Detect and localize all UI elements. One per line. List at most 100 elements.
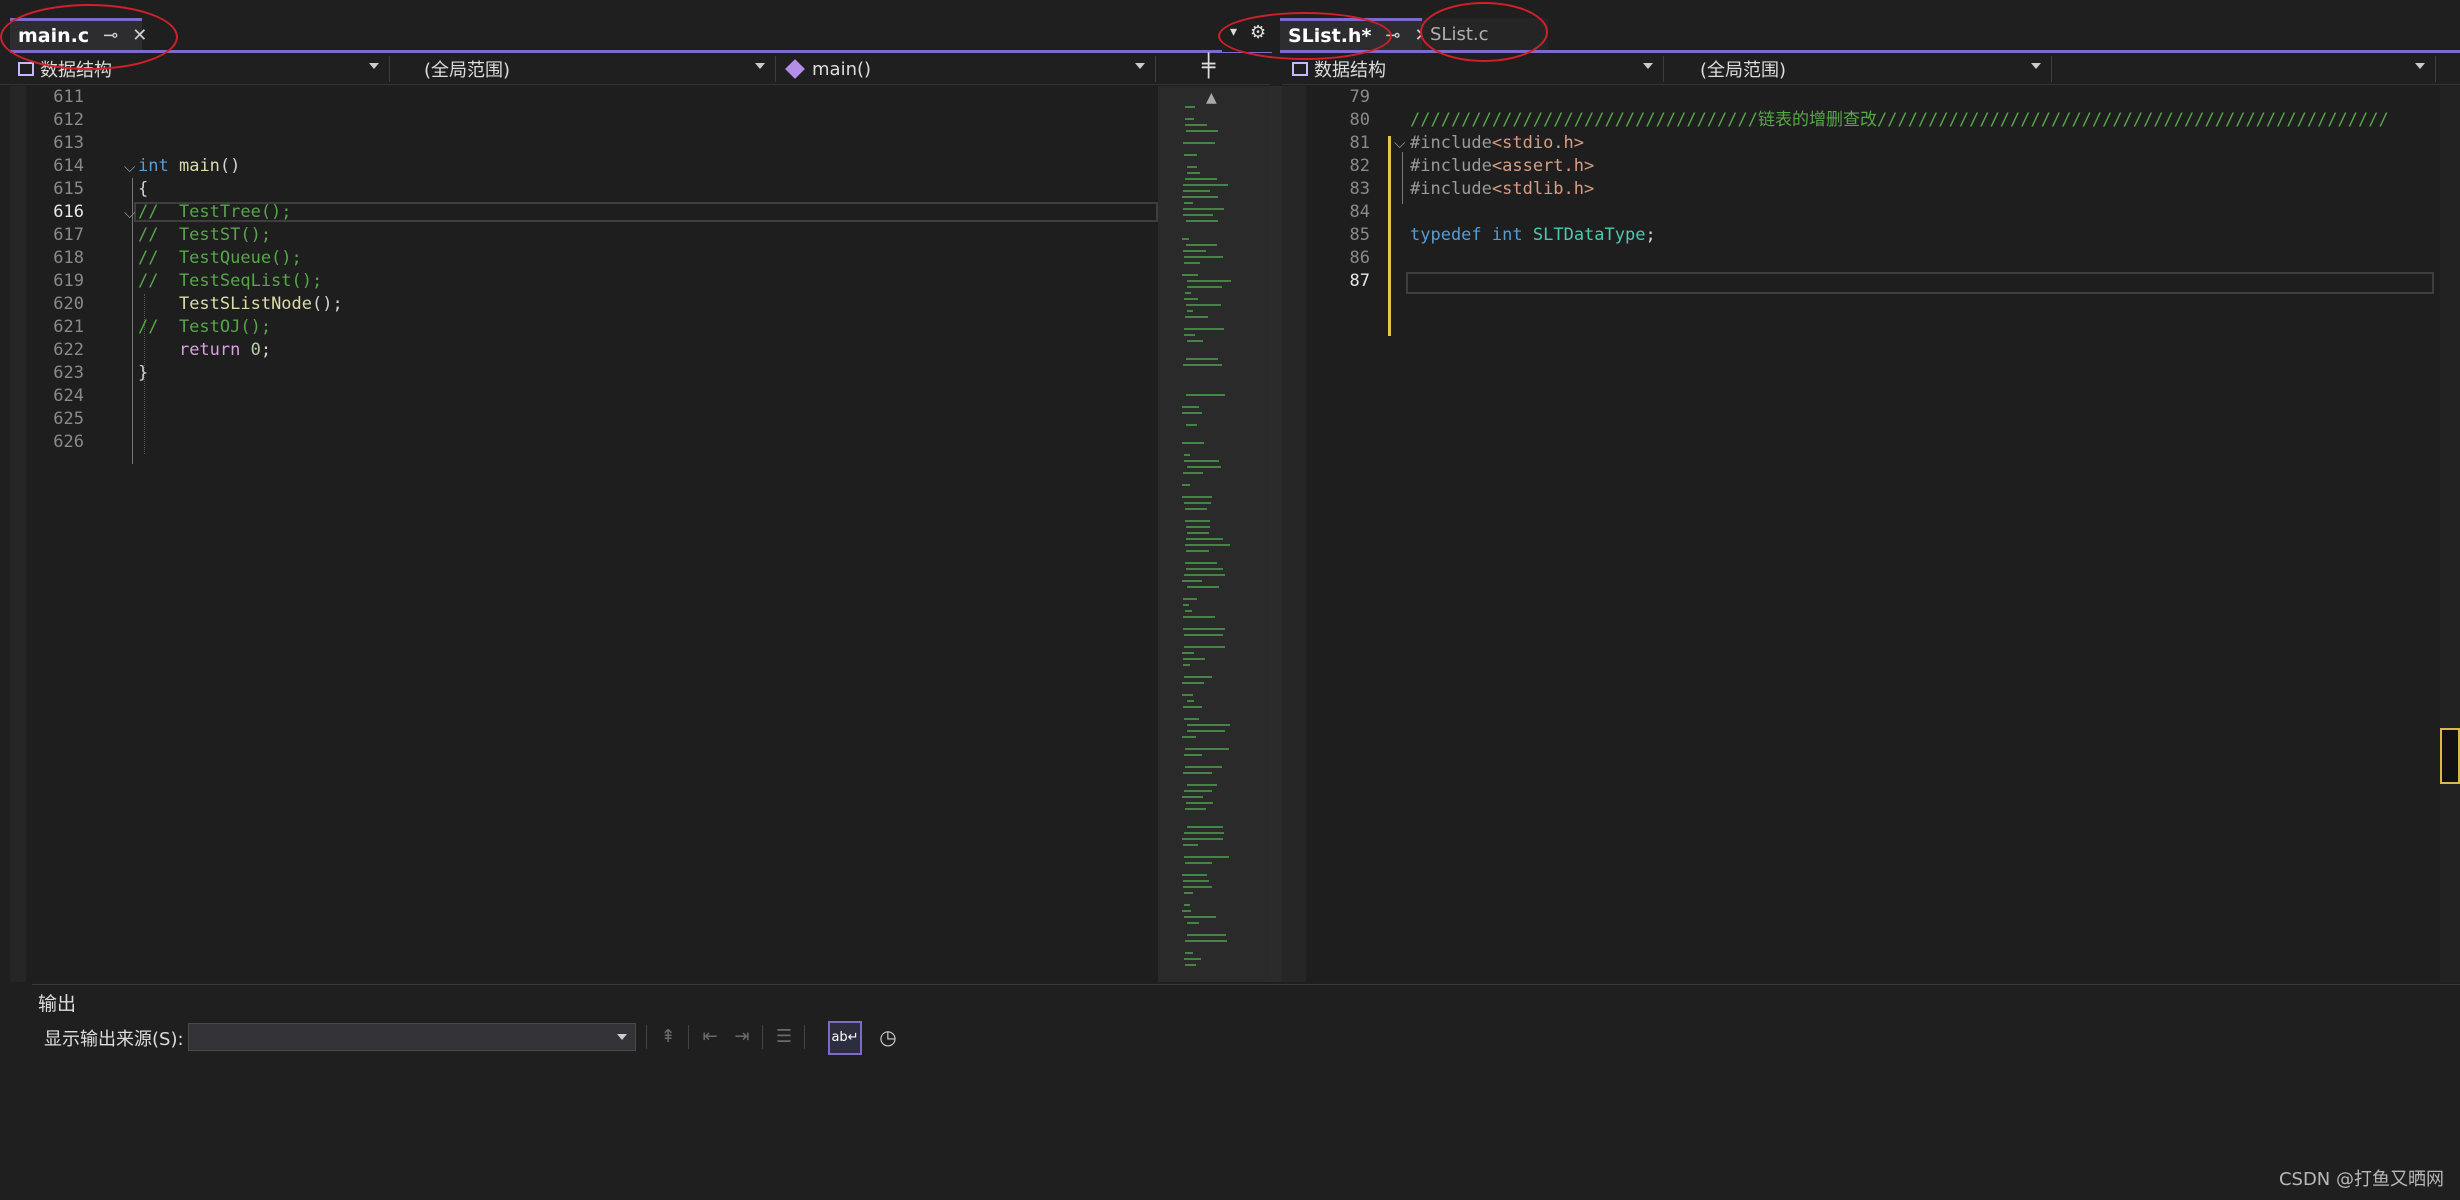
minimap-line [1183,364,1222,366]
line-number: 81 [1349,133,1370,153]
minimap-line [1187,166,1197,168]
code-line[interactable]: 613 [10,132,1158,155]
code-line[interactable]: 622 return 0; [10,339,1158,362]
minimap-line [1182,682,1204,684]
minimap-line [1184,718,1199,720]
left-code-editor[interactable]: ⌵ ⌵ 611 612 613 614 int main() 615{616// Test… [10,86,1158,982]
code-line[interactable]: 624 [10,385,1158,408]
line-number: 86 [1349,248,1370,268]
minimap-line [1187,826,1223,828]
minimap-line [1183,658,1205,660]
code-line[interactable]: 85 typedef int SLTDataType; [1282,224,2442,247]
code-line[interactable]: 79 [1282,86,2442,109]
minimap-line [1183,142,1215,144]
member-dropdown[interactable] [2056,56,2436,82]
minimap-line [1182,496,1212,498]
minimap-line [1182,274,1198,276]
code-line[interactable]: 81 #include<stdio.h> [1282,132,2442,155]
minimap-line [1183,214,1213,216]
minimap-line [1186,550,1209,552]
output-source-select[interactable] [188,1023,636,1051]
scope-dropdown[interactable]: (全局范围) [1668,56,2052,82]
left-navigation-bar: 数据结构 (全局范围) main() ╪ [0,54,1270,85]
minimap-line [1183,844,1198,846]
minimap-line [1183,184,1228,186]
code-line[interactable]: 614 int main() [10,155,1158,178]
next-message-icon[interactable]: ⇥ [728,1023,756,1051]
minimap-line [1183,598,1197,600]
minimap-line [1185,562,1217,564]
line-number: 612 [53,110,84,130]
minimap-line [1184,502,1211,504]
chevron-down-icon [755,63,765,69]
chevron-down-icon [617,1034,627,1040]
code-line[interactable]: 616 // TestTree(); [10,201,1158,224]
line-number: 615 [53,179,84,199]
minimap-line [1183,706,1202,708]
code-line[interactable]: 618 // TestQueue(); [10,247,1158,270]
code-line[interactable]: 611 [10,86,1158,109]
minimap-line [1185,748,1229,750]
code-line[interactable]: 625 [10,408,1158,431]
previous-message-icon[interactable]: ⇤ [696,1023,724,1051]
code-text: typedef int SLTDataType; [1410,225,1656,245]
word-wrap-icon[interactable]: ab↵ [828,1021,862,1055]
code-line[interactable]: 82 #include<assert.h> [1282,155,2442,178]
toolbar-separator [804,1025,805,1049]
scroll-up-icon[interactable]: ▲ [1206,90,1217,106]
code-line[interactable]: 86 [1282,247,2442,270]
line-number: 84 [1349,202,1370,222]
minimap-line [1186,394,1225,396]
code-line[interactable]: 617 // TestST(); [10,224,1158,247]
minimap-line [1182,580,1202,582]
code-text: // TestSeqList(); [138,271,323,291]
code-line[interactable]: 87 [1282,270,2442,293]
code-line[interactable]: 620 TestSListNode(); [10,293,1158,316]
member-dropdown[interactable]: main() [778,56,1156,82]
line-number: 618 [53,248,84,268]
scope-dropdown[interactable]: (全局范围) [392,56,776,82]
watermark: CSDN @打鱼又晒网 [2278,1169,2444,1190]
minimap-line [1187,934,1226,936]
clock-icon[interactable]: ◷ [874,1023,902,1051]
toolbar-separator [762,1025,763,1049]
minimap-line [1184,454,1190,456]
minimap-line [1187,172,1200,174]
vertical-scrollbar[interactable] [2440,86,2460,982]
minimap-line [1184,856,1229,858]
code-line[interactable]: 623} [10,362,1158,385]
minimap-line [1185,118,1194,120]
code-line[interactable]: 626 [10,431,1158,454]
minimap-line [1183,616,1215,618]
minimap-line [1186,802,1213,804]
split-icon[interactable]: ╪ [1202,54,1215,79]
minimap-line [1186,304,1221,306]
line-number: 80 [1349,110,1370,130]
minimap-line [1184,256,1223,258]
minimap-line [1183,472,1203,474]
code-line[interactable]: 612 [10,109,1158,132]
chevron-down-icon [2031,63,2041,69]
find-message-icon[interactable]: ⇞ [654,1023,682,1051]
minimap-line [1183,208,1224,210]
code-line[interactable]: 615 { [10,178,1158,201]
right-code-editor[interactable]: ⌵ 79 80//////////////////////////////////… [1282,86,2442,982]
clear-all-icon[interactable]: ☰ [770,1023,798,1051]
line-number: 620 [53,294,84,314]
code-text: //////////////////////////////////链表的增删查… [1410,110,2389,130]
chevron-down-icon [2415,63,2425,69]
minimap-line [1182,484,1190,486]
code-line[interactable]: 83 #include<stdlib.h> [1282,178,2442,201]
minimap-line [1184,754,1202,756]
pane-splitter[interactable] [1270,86,1282,982]
code-line[interactable]: 619 // TestSeqList(); [10,270,1158,293]
minimap-line [1184,262,1200,264]
scrollbar-thumb[interactable] [2440,728,2460,784]
code-line[interactable]: 80 //////////////////////////////////链表的增… [1282,109,2442,132]
line-number: 85 [1349,225,1370,245]
code-line[interactable]: 621 // TestOJ(); [10,316,1158,339]
minimap-line [1185,544,1230,546]
code-line[interactable]: 84 [1282,201,2442,224]
scrollbar-minimap[interactable]: ▲ [1158,86,1270,982]
line-number: 613 [53,133,84,153]
